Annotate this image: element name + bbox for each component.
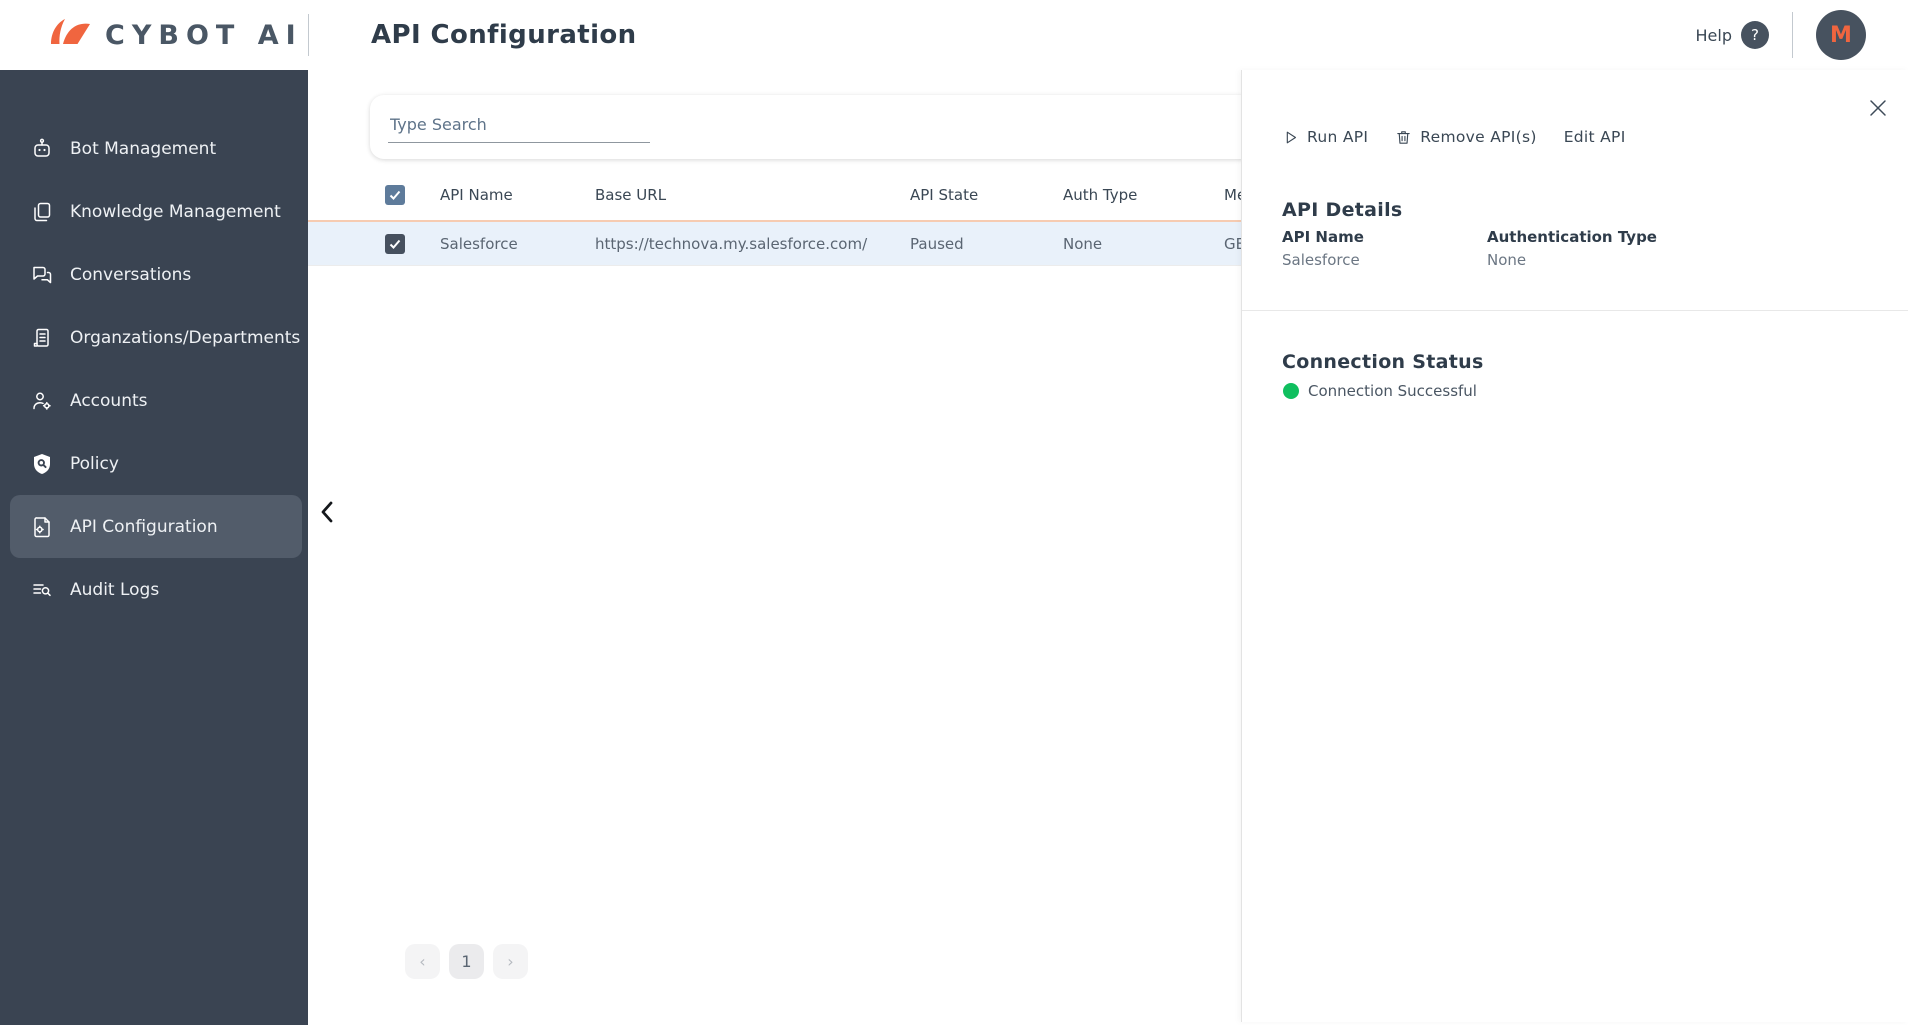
run-api-label: Run API (1307, 128, 1369, 146)
page-title: API Configuration (371, 20, 637, 50)
cell-api-state: Paused (910, 234, 964, 253)
sidebar-item-label: Organzations/Departments (70, 327, 301, 348)
api-details-panel: Run API Remove API(s) Edit API API Detai… (1241, 70, 1908, 1022)
api-details-heading: API Details (1282, 198, 1403, 221)
panel-divider (1242, 310, 1908, 311)
table-row[interactable]: Salesforce https://technova.my.salesforc… (308, 220, 1241, 266)
field-auth-type-value: None (1487, 251, 1527, 269)
connection-status-row: Connection Successful (1283, 382, 1477, 400)
user-gear-icon (33, 392, 51, 410)
panel-action-bar: Run API Remove API(s) Edit API (1282, 128, 1626, 146)
column-header-base-url: Base URL (595, 186, 667, 204)
search-input[interactable] (388, 109, 650, 143)
trash-icon (1397, 130, 1411, 144)
cell-method: GET (1224, 234, 1241, 253)
column-header-api-name: API Name (440, 186, 513, 204)
app-root: CYBOT AI API Configuration Help ? M Bot … (0, 0, 1908, 1025)
list-search-icon (33, 583, 51, 596)
field-auth-type-label: Authentication Type (1487, 228, 1657, 246)
table-header-row: API Name Base URL API State Auth Type Me… (308, 170, 1241, 220)
topbar: CYBOT AI API Configuration Help ? M (0, 0, 1908, 70)
sidebar-item-api-configuration[interactable]: API Configuration (10, 495, 302, 558)
sidebar-item-policy[interactable]: Policy (0, 432, 308, 495)
sidebar-item-organizations-departments[interactable]: Organzations/Departments (0, 306, 308, 369)
play-icon (1286, 131, 1297, 143)
document-gear-icon (34, 516, 50, 537)
sidebar-item-label: Bot Management (70, 138, 217, 159)
close-icon[interactable] (1866, 96, 1890, 120)
remove-api-button[interactable]: Remove API(s) (1395, 128, 1536, 146)
column-header-api-state: API State (910, 186, 979, 204)
sidebar-item-audit-logs[interactable]: Audit Logs (0, 558, 308, 621)
topbar-right: Help ? M (1696, 10, 1908, 60)
sidebar-item-accounts[interactable]: Accounts (0, 369, 308, 432)
column-header-method: Method (1224, 186, 1241, 204)
header-divider (1792, 12, 1793, 58)
documents-icon (34, 202, 51, 221)
sidebar-item-label: Accounts (70, 390, 148, 411)
pagination-next-button[interactable]: › (493, 944, 528, 979)
sidebar-item-label: Conversations (70, 264, 192, 285)
pagination-prev-button[interactable]: ‹ (405, 944, 440, 979)
sidebar-item-label: Knowledge Management (70, 201, 281, 222)
status-success-dot-icon (1283, 383, 1299, 399)
connection-status-text: Connection Successful (1308, 382, 1477, 400)
remove-api-label: Remove API(s) (1420, 128, 1537, 146)
brand-logo: CYBOT AI (0, 17, 308, 53)
edit-api-label: Edit API (1563, 128, 1626, 146)
field-api-name-value: Salesforce (1282, 251, 1360, 269)
avatar[interactable]: M (1816, 10, 1866, 60)
connection-status-heading: Connection Status (1282, 350, 1484, 373)
cell-auth-type: None (1063, 234, 1103, 253)
sidebar-item-bot-management[interactable]: Bot Management (0, 117, 308, 180)
column-header-auth-type: Auth Type (1063, 186, 1138, 204)
sidebar-item-label: Audit Logs (70, 579, 160, 600)
pagination-page-1-button[interactable]: 1 (449, 944, 484, 979)
check-icon (389, 239, 401, 249)
cell-api-name: Salesforce (440, 234, 518, 253)
sidebar-collapse-button[interactable] (316, 497, 338, 527)
sidebar-item-label: API Configuration (70, 516, 218, 537)
pagination: ‹ 1 › (405, 944, 528, 979)
select-all-checkbox[interactable] (385, 185, 405, 205)
chevron-left-icon (321, 501, 333, 523)
edit-api-button[interactable]: Edit API (1564, 128, 1626, 146)
main-content: API Name Base URL API State Auth Type Me… (308, 70, 1241, 1025)
brand-name: CYBOT AI (105, 19, 303, 51)
topbar-divider (308, 14, 309, 56)
chat-bubbles-icon (33, 266, 52, 283)
help-icon[interactable]: ? (1741, 21, 1769, 49)
field-api-name: API Name Salesforce (1282, 228, 1487, 269)
search-card (370, 95, 1241, 159)
sidebar-item-label: Policy (70, 453, 119, 474)
run-api-button[interactable]: Run API (1282, 128, 1368, 146)
bot-icon (34, 138, 50, 157)
api-details-fields: API Name Salesforce Authentication Type … (1282, 228, 1657, 269)
field-api-name-label: API Name (1282, 228, 1364, 246)
brand-mark-icon (51, 19, 90, 44)
field-auth-type: Authentication Type None (1487, 228, 1657, 269)
sidebar-item-conversations[interactable]: Conversations (0, 243, 308, 306)
shield-search-icon (34, 453, 50, 474)
cell-base-url: https://technova.my.salesforce.com/ (595, 234, 868, 253)
sidebar-item-knowledge-management[interactable]: Knowledge Management (0, 180, 308, 243)
row-checkbox[interactable] (385, 233, 405, 254)
sidebar: Bot Management Knowledge Management Conv… (0, 70, 308, 1025)
help-label: Help (1695, 25, 1732, 45)
building-icon (33, 328, 49, 347)
check-icon (389, 190, 401, 200)
